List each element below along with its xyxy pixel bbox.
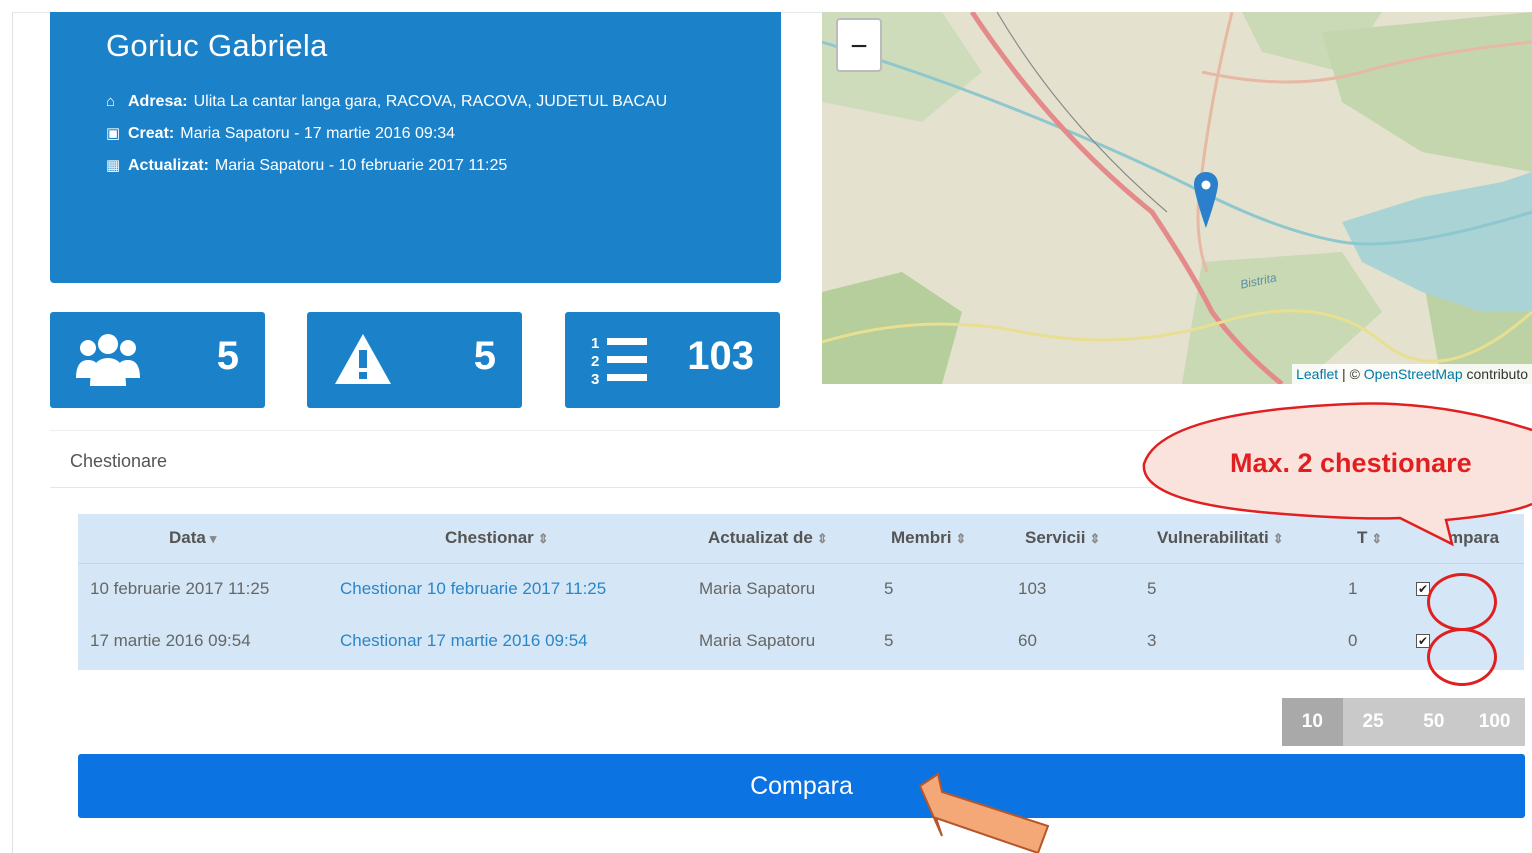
column-header-actualizat-de[interactable]: Actualizat de ⇕	[708, 528, 828, 548]
table-row: 10 februarie 2017 11:25 Chestionar 10 fe…	[78, 564, 1524, 616]
callout-text: Max. 2 chestionare	[1230, 448, 1472, 478]
stat-members[interactable]: 5	[50, 312, 265, 408]
sort-desc-icon: ▾	[209, 531, 217, 546]
cell-t: 1	[1348, 579, 1358, 598]
home-icon: ⌂	[106, 93, 116, 110]
cell-vulnerabilitati: 3	[1147, 631, 1157, 650]
column-header-data[interactable]: Data ▾	[169, 528, 216, 548]
highlight-ring	[1427, 628, 1497, 686]
cell-servicii: 103	[1018, 579, 1047, 598]
column-header-chestionar[interactable]: Chestionar ⇕	[445, 528, 549, 548]
address-value: Ulita La cantar langa gara, RACOVA, RACO…	[193, 93, 668, 110]
leaflet-link[interactable]: Leaflet	[1296, 366, 1338, 382]
cell-servicii: 60	[1018, 631, 1037, 650]
compare-checkbox[interactable]: ✔	[1416, 634, 1430, 648]
column-header-membri[interactable]: Membri ⇕	[891, 528, 966, 548]
cell-membri: 5	[884, 579, 894, 598]
page-size-25[interactable]: 25	[1343, 698, 1404, 746]
calendar-check-icon: ▦	[106, 157, 121, 174]
cell-membri: 5	[884, 631, 894, 650]
cell-vulnerabilitati: 5	[1147, 579, 1157, 598]
attribution-rest: contributo	[1462, 366, 1529, 382]
map-attribution: Leaflet | © OpenStreetMap contributo	[1292, 364, 1532, 384]
sort-icon: ⇕	[816, 531, 828, 546]
profile-card: Goriuc Gabriela ⌂ Adresa: Ulita La cantar…	[50, 12, 781, 283]
svg-text:1: 1	[591, 335, 599, 352]
address-line: ⌂ Adresa: Ulita La cantar langa gara, RAC…	[106, 86, 725, 118]
location-map[interactable]: − Bistrita Leaflet | © OpenStreetMap con…	[822, 12, 1532, 384]
users-icon	[76, 334, 140, 386]
stat-vulnerabilities-value: 5	[473, 334, 496, 378]
cell-chestionar-link[interactable]: Chestionar 10 februarie 2017 11:25	[340, 579, 606, 599]
svg-text:2: 2	[591, 353, 599, 370]
stat-services[interactable]: 1 2 3 103	[565, 312, 780, 408]
page-size-100[interactable]: 100	[1464, 698, 1525, 746]
column-header-servicii[interactable]: Servicii ⇕	[1025, 528, 1100, 548]
sort-icon: ⇕	[955, 531, 967, 546]
ordered-list-icon: 1 2 3	[591, 335, 647, 388]
panel-title: Chestionare	[70, 451, 168, 471]
page-size-10[interactable]: 10	[1282, 698, 1343, 746]
created-value: Maria Sapatoru - 17 martie 2016 09:34	[180, 125, 456, 142]
page-size-50[interactable]: 50	[1404, 698, 1465, 746]
map-tiles	[822, 12, 1532, 384]
highlight-ring	[1427, 573, 1497, 631]
sort-icon: ⇕	[537, 531, 549, 546]
address-label: Adresa:	[128, 93, 188, 110]
updated-line: ▦ Actualizat: Maria Sapatoru - 10 februar…	[106, 150, 725, 182]
cell-t: 0	[1348, 631, 1358, 650]
created-label: Creat:	[128, 125, 175, 142]
page-size-selector: 10 25 50 100	[1282, 698, 1525, 746]
compare-button[interactable]: Compara	[78, 754, 1525, 818]
cell-data: 10 februarie 2017 11:25	[90, 579, 270, 598]
updated-value: Maria Sapatoru - 10 februarie 2017 11:25	[214, 157, 508, 174]
zoom-out-button[interactable]: −	[836, 18, 882, 72]
osm-link[interactable]: OpenStreetMap	[1364, 366, 1463, 382]
updated-label: Actualizat:	[128, 157, 209, 174]
cell-actualizat-de: Maria Sapatoru	[699, 579, 816, 598]
cell-data: 17 martie 2016 09:54	[90, 631, 251, 650]
cell-chestionar-link[interactable]: Chestionar 17 martie 2016 09:54	[340, 631, 588, 651]
attribution-separator: | ©	[1338, 366, 1364, 382]
sort-icon: ⇕	[1089, 531, 1101, 546]
calendar-icon: ▣	[106, 125, 121, 142]
cell-actualizat-de: Maria Sapatoru	[699, 631, 816, 650]
stat-vulnerabilities[interactable]: 5	[307, 312, 522, 408]
profile-name: Goriuc Gabriela	[106, 28, 328, 63]
svg-text:3: 3	[591, 371, 599, 388]
stat-services-value: 103	[687, 334, 754, 378]
warning-icon	[335, 334, 391, 384]
arrow-pointer-icon	[918, 772, 1050, 853]
created-line: ▣ Creat: Maria Sapatoru - 17 martie 2016 …	[106, 118, 725, 150]
stat-members-value: 5	[216, 334, 239, 378]
table-row: 17 martie 2016 09:54 Chestionar 17 marti…	[78, 616, 1524, 668]
callout-bubble	[1142, 402, 1532, 547]
